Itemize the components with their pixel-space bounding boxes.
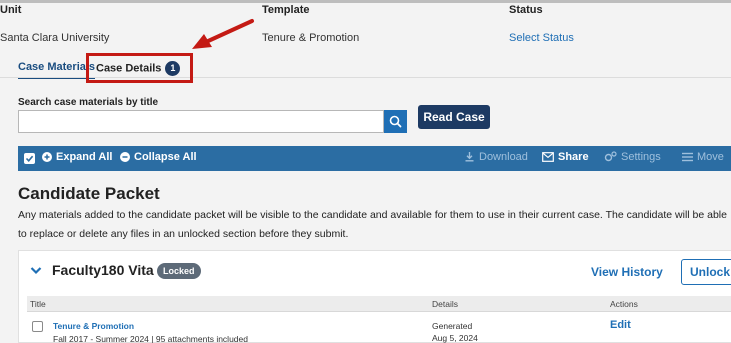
checkmark-icon bbox=[25, 155, 34, 162]
unit-label: Unit bbox=[0, 4, 22, 16]
expand-all-button[interactable]: Expand All bbox=[42, 151, 112, 163]
share-button[interactable]: Share bbox=[542, 151, 589, 163]
item-details-date: Aug 5, 2024 bbox=[432, 333, 478, 343]
candidate-packet-title: Candidate Packet bbox=[18, 184, 160, 203]
section-title: Faculty180 Vita bbox=[52, 262, 154, 278]
move-button[interactable]: Move bbox=[682, 151, 724, 163]
item-subtitle: Fall 2017 - Summer 2024 | 95 attachments… bbox=[53, 334, 248, 343]
expand-all-label: Expand All bbox=[56, 151, 113, 163]
share-label: Share bbox=[558, 151, 589, 163]
search-label: Search case materials by title bbox=[18, 97, 159, 108]
item-title-link[interactable]: Tenure & Promotion bbox=[53, 321, 134, 331]
unlock-button[interactable]: Unlock bbox=[681, 259, 731, 285]
minus-circle-icon bbox=[120, 152, 130, 162]
download-button[interactable]: Download bbox=[464, 151, 528, 163]
column-header-title: Title bbox=[30, 299, 46, 309]
select-status-link[interactable]: Select Status bbox=[509, 32, 574, 44]
unit-value: Santa Clara University bbox=[0, 32, 110, 44]
gears-icon bbox=[604, 151, 617, 162]
download-icon bbox=[465, 152, 474, 162]
settings-button[interactable]: Settings bbox=[604, 151, 661, 163]
column-header-actions: Actions bbox=[610, 299, 638, 309]
materials-toolbar: Expand All Collapse All Download Share S… bbox=[18, 146, 731, 171]
plus-circle-icon bbox=[42, 152, 52, 162]
select-all-checkbox[interactable] bbox=[24, 153, 35, 164]
envelope-icon bbox=[542, 152, 554, 162]
template-label: Template bbox=[262, 4, 310, 16]
locked-badge: Locked bbox=[157, 263, 201, 279]
top-strip bbox=[0, 0, 731, 3]
search-button[interactable] bbox=[384, 110, 407, 133]
view-history-link[interactable]: View History bbox=[591, 265, 663, 279]
move-lines-icon bbox=[682, 152, 693, 162]
faculty180-vita-section: Faculty180 Vita Locked View History Unlo… bbox=[18, 250, 731, 343]
search-icon bbox=[389, 115, 402, 128]
settings-label: Settings bbox=[621, 151, 661, 163]
table-header: Title Details Actions bbox=[27, 296, 731, 312]
column-header-details: Details bbox=[432, 299, 458, 309]
collapse-all-button[interactable]: Collapse All bbox=[120, 151, 197, 163]
edit-link[interactable]: Edit bbox=[610, 319, 631, 331]
move-label: Move bbox=[697, 151, 724, 163]
candidate-packet-description: Any materials added to the candidate pac… bbox=[18, 209, 727, 240]
row-checkbox[interactable] bbox=[32, 321, 43, 332]
download-label: Download bbox=[479, 151, 528, 163]
chevron-down-icon[interactable] bbox=[30, 266, 42, 275]
annotation-arrow-icon bbox=[192, 19, 254, 49]
template-value: Tenure & Promotion bbox=[262, 32, 360, 44]
item-details-status: Generated bbox=[432, 321, 473, 331]
read-case-button[interactable]: Read Case bbox=[418, 105, 490, 129]
status-label: Status bbox=[509, 4, 543, 16]
collapse-all-label: Collapse All bbox=[134, 151, 197, 163]
search-input[interactable] bbox=[18, 110, 384, 133]
annotation-highlight-box bbox=[86, 53, 193, 83]
